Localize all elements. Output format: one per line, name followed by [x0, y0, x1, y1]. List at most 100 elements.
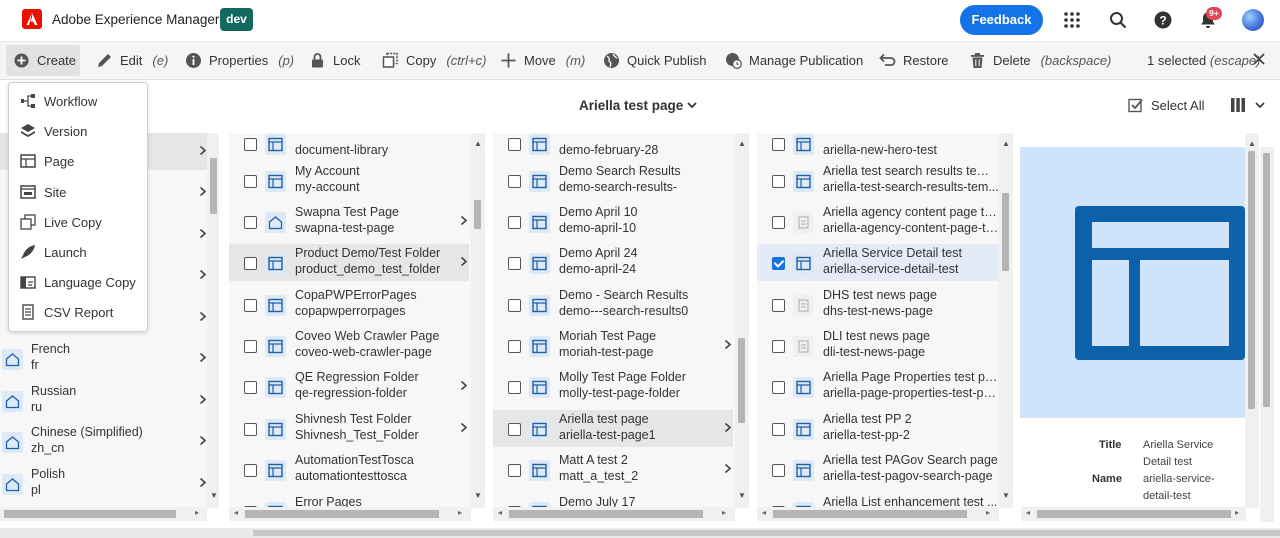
row-checkbox[interactable] [508, 299, 521, 312]
column-1-scrollbar[interactable]: ▼ [207, 133, 219, 508]
menu-item-page[interactable]: Page [9, 146, 147, 176]
column-1-hscrollbar[interactable]: ▸ [0, 507, 207, 521]
row-checkbox[interactable] [772, 216, 785, 229]
list-item[interactable]: Ariella test PAGov Search page ariella-te… [757, 451, 999, 488]
user-avatar[interactable] [1242, 9, 1264, 31]
menu-item-site[interactable]: Site [9, 177, 147, 207]
page-hscrollbar[interactable] [0, 528, 1280, 538]
row-checkbox[interactable] [772, 381, 785, 394]
list-item[interactable]: Product Demo/Test Folder product_demo_tes… [229, 244, 469, 281]
list-item[interactable]: DHS test news page dhs-test-news-page [757, 286, 999, 323]
list-item[interactable]: Ariella test search results temp... ariel… [757, 162, 999, 199]
list-item[interactable]: Demo July 17 [493, 493, 733, 508]
row-checkbox[interactable] [244, 257, 257, 270]
row-checkbox[interactable] [772, 464, 785, 477]
view-switcher[interactable] [1230, 97, 1266, 113]
quick-publish-button[interactable]: Quick Publish [603, 42, 706, 79]
row-checkbox[interactable] [508, 257, 521, 270]
list-item[interactable]: demo-february-28 [493, 133, 733, 162]
list-item[interactable]: Demo - Search Results demo---search-resul… [493, 286, 733, 323]
list-item[interactable]: Demo April 10 demo-april-10 [493, 203, 733, 240]
list-item[interactable]: Error Pages [229, 493, 469, 508]
column-3-hscrollbar[interactable]: ◂ ▸ [493, 507, 735, 521]
row-checkbox[interactable] [772, 423, 785, 436]
row-checkbox[interactable] [508, 423, 521, 436]
menu-item-live-copy[interactable]: Live Copy [9, 207, 147, 237]
list-item[interactable]: Moriah Test Page moriah-test-page [493, 327, 733, 364]
row-checkbox[interactable] [244, 340, 257, 353]
list-item[interactable]: Shivnesh Test Folder Shivnesh_Test_Folder [229, 410, 469, 447]
edit-button[interactable]: Edit (e) [96, 42, 168, 79]
delete-button[interactable]: Delete (backspace) [969, 42, 1111, 79]
column-4-hscrollbar[interactable]: ◂ ▸ [757, 507, 999, 521]
list-item[interactable]: Chinese (Simplified) zh_cn [0, 423, 207, 460]
list-item[interactable]: QE Regression Folder qe-regression-folder [229, 368, 469, 405]
row-checkbox[interactable] [244, 175, 257, 188]
search-icon[interactable] [1109, 11, 1127, 29]
row-checkbox[interactable] [772, 175, 785, 188]
app-name[interactable]: Adobe Experience Manager [52, 12, 219, 27]
list-item[interactable]: Ariella test PP 2 ariella-test-pp-2 [757, 410, 999, 447]
row-checkbox[interactable] [508, 216, 521, 229]
lock-button[interactable]: Lock [309, 42, 360, 79]
menu-item-language-copy[interactable]: Language Copy [9, 267, 147, 297]
list-item[interactable]: Ariella Page Properties test page ariella… [757, 368, 999, 405]
column-2-scrollbar[interactable]: ▲ ▼ [471, 133, 485, 508]
list-item[interactable]: Ariella agency content page test ariella-… [757, 203, 999, 240]
row-checkbox[interactable] [772, 340, 785, 353]
create-button[interactable]: Create [6, 45, 80, 76]
properties-button[interactable]: Properties (p) [185, 42, 294, 79]
close-icon[interactable] [1252, 52, 1266, 66]
list-item[interactable]: Demo Search Results demo-search-results- [493, 162, 733, 199]
list-item[interactable]: Swapna Test Page swapna-test-page [229, 203, 469, 240]
menu-item-workflow[interactable]: Workflow [9, 86, 147, 116]
restore-button[interactable]: Restore [879, 42, 949, 79]
row-checkbox[interactable] [772, 299, 785, 312]
row-checkbox[interactable] [508, 381, 521, 394]
menu-item-csv-report[interactable]: CSV Report [9, 297, 147, 327]
list-item[interactable]: Demo April 24 demo-april-24 [493, 244, 733, 281]
list-item[interactable]: Molly Test Page Folder molly-test-page-fo… [493, 368, 733, 405]
panel-scrollbar[interactable] [1260, 147, 1274, 522]
row-checkbox[interactable] [244, 381, 257, 394]
column-2-hscrollbar[interactable]: ◂ ▸ [229, 507, 471, 521]
list-item[interactable]: Coveo Web Crawler Page coveo-web-crawler-… [229, 327, 469, 364]
apps-grid-icon[interactable] [1063, 11, 1081, 29]
row-checkbox[interactable] [508, 138, 521, 151]
help-icon[interactable]: ? [1154, 11, 1172, 29]
row-checkbox[interactable] [244, 299, 257, 312]
list-item[interactable]: My Account my-account [229, 162, 469, 199]
list-item[interactable]: CopaPWPErrorPages copapwperrorpages [229, 286, 469, 323]
list-item[interactable]: French fr [0, 340, 207, 377]
row-checkbox[interactable] [244, 216, 257, 229]
row-checkbox[interactable] [772, 138, 785, 151]
list-item[interactable]: Ariella Service Detail test ariella-servi… [757, 244, 999, 281]
move-button[interactable]: Move (m) [500, 42, 585, 79]
preview-scrollbar[interactable]: ▲ [1245, 133, 1259, 508]
list-item[interactable]: AutomationTestTosca automationtesttosca [229, 451, 469, 488]
row-checkbox[interactable] [244, 423, 257, 436]
list-item[interactable]: Polish pl [0, 465, 207, 502]
list-item[interactable]: DLI test news page dli-test-news-page [757, 327, 999, 364]
menu-item-version[interactable]: Version [9, 116, 147, 146]
list-item[interactable]: Ariella test page ariella-test-page1 [493, 410, 733, 447]
adobe-logo-icon[interactable] [22, 9, 42, 29]
column-3-scrollbar[interactable]: ▲ ▼ [735, 133, 749, 508]
menu-item-launch[interactable]: Launch [9, 237, 147, 267]
list-item[interactable]: document-library [229, 133, 469, 162]
list-item[interactable]: ariella-new-hero-test [757, 133, 999, 162]
row-checkbox[interactable] [508, 340, 521, 353]
column-4-scrollbar[interactable]: ▲ ▼ [999, 133, 1013, 508]
select-all-button[interactable]: Select All [1128, 97, 1204, 113]
row-checkbox[interactable] [244, 138, 257, 151]
row-checkbox[interactable] [772, 257, 785, 270]
feedback-button[interactable]: Feedback [960, 5, 1043, 35]
copy-button[interactable]: Copy (ctrl+c) [382, 42, 486, 79]
preview-hscrollbar[interactable]: ◂ ▸ [1021, 507, 1246, 521]
row-checkbox[interactable] [508, 175, 521, 188]
row-checkbox[interactable] [508, 464, 521, 477]
row-checkbox[interactable] [244, 464, 257, 477]
manage-publication-button[interactable]: Manage Publication [725, 42, 863, 79]
list-item[interactable]: Ariella List enhancement test ... [757, 493, 999, 508]
page-title[interactable]: Ariella test page [579, 98, 683, 113]
